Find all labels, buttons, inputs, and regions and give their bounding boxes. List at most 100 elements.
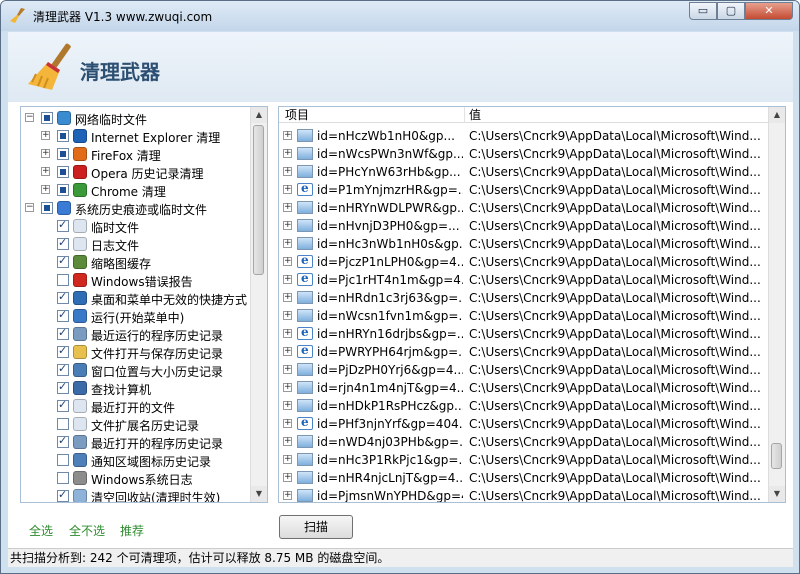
tree-item[interactable]: 桌面和菜单中无效的快捷方式 <box>21 289 267 307</box>
list-row[interactable]: + id=nWcsn1fvn1m&gp=... C:\Users\Cncrk9\Ap… <box>279 307 769 325</box>
tree-checkbox[interactable] <box>57 434 69 448</box>
tree-checkbox[interactable] <box>57 218 69 232</box>
row-expander[interactable]: + <box>283 329 292 338</box>
tree-checkbox[interactable] <box>57 308 69 322</box>
tree-checkbox[interactable] <box>57 454 69 466</box>
row-expander[interactable]: + <box>283 221 292 230</box>
tree-checkbox[interactable] <box>57 254 69 268</box>
tree-item[interactable]: 临时文件 <box>21 217 267 235</box>
minimize-button[interactable]: ▭ <box>689 2 717 20</box>
scroll-thumb[interactable] <box>771 443 782 469</box>
row-expander[interactable]: + <box>283 383 292 392</box>
list-row[interactable]: + id=nHvnjD3PH0&gp=... C:\Users\Cncrk9\App… <box>279 217 769 235</box>
list-row[interactable]: + id=PjmsnWnYPHD&gp=4 C:\Users\Cncrk9\AppD… <box>279 487 769 502</box>
tree-item[interactable]: 清空回收站(清理时生效) <box>21 487 267 502</box>
list-row[interactable]: + id=nHDkP1RsPHcz&gp... C:\Users\Cncrk9\Ap… <box>279 397 769 415</box>
tree-item[interactable]: + Chrome 清理 <box>21 181 267 199</box>
row-expander[interactable]: + <box>283 347 292 356</box>
tree-scrollbar[interactable]: ▲ ▼ <box>250 107 267 502</box>
recommend-link[interactable]: 推荐 <box>120 522 144 539</box>
tree-item[interactable]: + Internet Explorer 清理 <box>21 127 267 145</box>
tree-checkbox[interactable] <box>41 202 53 214</box>
tree-checkbox[interactable] <box>57 344 69 358</box>
row-expander[interactable]: + <box>283 401 292 410</box>
tree-checkbox[interactable] <box>57 130 69 142</box>
tree-checkbox[interactable] <box>57 148 69 160</box>
tree-item[interactable]: 文件打开与保存历史记录 <box>21 343 267 361</box>
list-row[interactable]: + id=nHRYn16drjbs&gp=... C:\Users\Cncrk9\A… <box>279 325 769 343</box>
tree-checkbox[interactable] <box>57 236 69 250</box>
list-row[interactable]: + id=nHR4njcLnjT&gp=4... C:\Users\Cncrk9\A… <box>279 469 769 487</box>
row-expander[interactable]: + <box>283 455 292 464</box>
list-row[interactable]: + id=PHf3njnYrf&gp=404... C:\Users\Cncrk9\… <box>279 415 769 433</box>
column-header-value[interactable]: 值 <box>465 107 769 123</box>
scroll-thumb[interactable] <box>253 125 264 275</box>
list-row[interactable]: + id=nWcsPWn3nWf&gp... C:\Users\Cncrk9\App… <box>279 145 769 163</box>
tree-checkbox[interactable] <box>57 362 69 376</box>
tree-expander[interactable]: − <box>25 113 34 122</box>
tree-checkbox[interactable] <box>57 274 69 286</box>
row-expander[interactable]: + <box>283 311 292 320</box>
select-all-link[interactable]: 全选 <box>29 522 53 539</box>
tree-item[interactable]: Windows系统日志 <box>21 469 267 487</box>
list-row[interactable]: + id=PHcYnW63rHb&gp... C:\Users\Cncrk9\App… <box>279 163 769 181</box>
row-expander[interactable]: + <box>283 275 292 284</box>
tree-expander[interactable]: + <box>41 185 50 194</box>
tree-expander[interactable]: + <box>41 149 50 158</box>
row-expander[interactable]: + <box>283 365 292 374</box>
tree-item[interactable]: − 系统历史痕迹或临时文件 <box>21 199 267 217</box>
tree-item[interactable]: + Opera 历史记录清理 <box>21 163 267 181</box>
tree-item[interactable]: 最近运行的程序历史记录 <box>21 325 267 343</box>
list-scrollbar[interactable]: ▲ ▼ <box>768 107 785 502</box>
tree-item[interactable]: 通知区域图标历史记录 <box>21 451 267 469</box>
row-expander[interactable]: + <box>283 167 292 176</box>
tree-expander[interactable]: + <box>41 131 50 140</box>
tree-item[interactable]: 最近打开的文件 <box>21 397 267 415</box>
column-header-item[interactable]: 项目 <box>279 107 465 123</box>
list-row[interactable]: + id=PjczP1nLPH0&gp=4... C:\Users\Cncrk9\A… <box>279 253 769 271</box>
tree-checkbox[interactable] <box>41 112 53 124</box>
list-row[interactable]: + id=PWRYPH64rjm&gp=... C:\Users\Cncrk9\Ap… <box>279 343 769 361</box>
tree-checkbox[interactable] <box>57 472 69 484</box>
tree-item[interactable]: 文件扩展名历史记录 <box>21 415 267 433</box>
scroll-up-button[interactable]: ▲ <box>251 107 267 123</box>
row-expander[interactable]: + <box>283 437 292 446</box>
list-row[interactable]: + id=nHc3P1RkPjc1&gp=... C:\Users\Cncrk9\A… <box>279 451 769 469</box>
title-bar[interactable]: 清理武器 V1.3 www.zwuqi.com ▭ ▢ ✕ <box>1 1 799 31</box>
row-expander[interactable]: + <box>283 293 292 302</box>
tree-item[interactable]: + FireFox 清理 <box>21 145 267 163</box>
list-row[interactable]: + id=nHc3nWb1nH0s&gp... C:\Users\Cncrk9\Ap… <box>279 235 769 253</box>
row-expander[interactable]: + <box>283 203 292 212</box>
scan-button[interactable]: 扫描 <box>279 515 353 539</box>
list-row[interactable]: + id=nHRYnWDLPWR&gp... C:\Users\Cncrk9\App… <box>279 199 769 217</box>
tree-checkbox[interactable] <box>57 398 69 412</box>
scroll-up-button[interactable]: ▲ <box>769 107 785 123</box>
tree-item[interactable]: 缩略图缓存 <box>21 253 267 271</box>
list-row[interactable]: + id=nWD4nj03PHb&gp=... C:\Users\Cncrk9\Ap… <box>279 433 769 451</box>
tree-checkbox[interactable] <box>57 166 69 178</box>
row-expander[interactable]: + <box>283 419 292 428</box>
list-row[interactable]: + id=PjDzPH0Yrj6&gp=4... C:\Users\Cncrk9\A… <box>279 361 769 379</box>
tree-checkbox[interactable] <box>57 326 69 340</box>
row-expander[interactable]: + <box>283 239 292 248</box>
list-row[interactable]: + id=nHRdn1c3rj63&gp=... C:\Users\Cncrk9\A… <box>279 289 769 307</box>
row-expander[interactable]: + <box>283 131 292 140</box>
list-row[interactable]: + id=rjn4n1m4njT&gp=4... C:\Users\Cncrk9\A… <box>279 379 769 397</box>
row-expander[interactable]: + <box>283 473 292 482</box>
tree-checkbox[interactable] <box>57 418 69 430</box>
close-button[interactable]: ✕ <box>745 2 793 20</box>
tree-expander[interactable]: + <box>41 167 50 176</box>
tree-expander[interactable]: − <box>25 203 34 212</box>
row-expander[interactable]: + <box>283 185 292 194</box>
maximize-button[interactable]: ▢ <box>717 2 745 20</box>
tree-checkbox[interactable] <box>57 184 69 196</box>
list-row[interactable]: + id=P1mYnjmzrHR&gp=... C:\Users\Cncrk9\Ap… <box>279 181 769 199</box>
tree-item[interactable]: 查找计算机 <box>21 379 267 397</box>
tree-checkbox[interactable] <box>57 290 69 304</box>
scroll-down-button[interactable]: ▼ <box>769 486 785 502</box>
tree-checkbox[interactable] <box>57 488 69 502</box>
row-expander[interactable]: + <box>283 257 292 266</box>
tree-item[interactable]: Windows错误报告 <box>21 271 267 289</box>
tree-item[interactable]: 窗口位置与大小历史记录 <box>21 361 267 379</box>
tree-item[interactable]: 日志文件 <box>21 235 267 253</box>
